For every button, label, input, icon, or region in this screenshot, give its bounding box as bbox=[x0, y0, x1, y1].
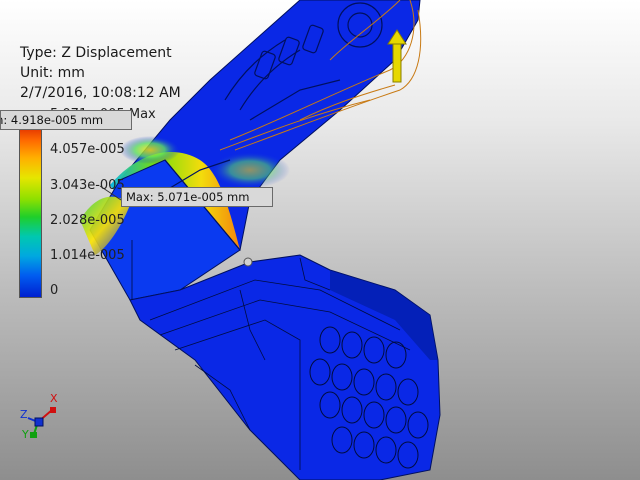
triad-y-label: Y bbox=[21, 428, 29, 440]
max-probe-label[interactable]: Max: 5.071e-005 mm bbox=[121, 187, 273, 207]
min-probe-text: Min: 4.918e-005 mm bbox=[1, 113, 104, 127]
legend-label: 1.014e-005 bbox=[50, 248, 125, 263]
legend-label: 2.028e-005 bbox=[50, 213, 125, 228]
result-type: Type: Z Displacement bbox=[20, 45, 172, 61]
view-triad-icon[interactable]: X Z Y bbox=[18, 388, 68, 440]
legend-label: 4.057e-005 bbox=[50, 142, 125, 157]
legend-label: 3.043e-005 bbox=[50, 178, 125, 193]
result-date: 2/7/2016, 10:08:12 AM bbox=[20, 85, 181, 101]
max-probe-text: Max: 5.071e-005 mm bbox=[126, 190, 250, 204]
graphics-viewport[interactable]: Type: Z Displacement Unit: mm 2/7/2016, … bbox=[0, 0, 640, 480]
min-probe-label[interactable]: Min: 4.918e-005 mm bbox=[0, 110, 132, 130]
result-info: Type: Z Displacement Unit: mm 2/7/2016, … bbox=[20, 43, 181, 103]
triad-z-label: Z bbox=[20, 408, 28, 421]
triad-x-label: X bbox=[50, 392, 58, 405]
result-unit: Unit: mm bbox=[20, 65, 85, 81]
color-legend-bar bbox=[19, 118, 42, 298]
stress-glow bbox=[210, 152, 290, 188]
legend-label: 0 bbox=[50, 283, 59, 298]
stress-glow bbox=[120, 136, 180, 164]
